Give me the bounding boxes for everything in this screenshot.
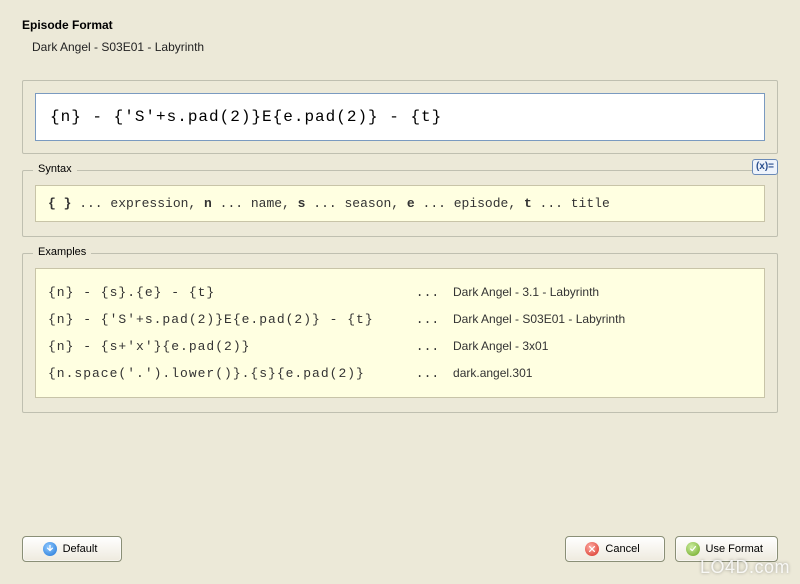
example-separator: ... xyxy=(408,312,453,327)
example-row: {n} - {'S'+s.pad(2)}E{e.pad(2)} - {t} ..… xyxy=(48,306,752,333)
example-result: Dark Angel - S03E01 - Labyrinth xyxy=(453,312,625,326)
format-pattern-input[interactable] xyxy=(35,93,765,141)
episode-format-dialog: Episode Format Dark Angel - S03E01 - Lab… xyxy=(0,0,800,584)
dialog-title: Episode Format xyxy=(22,18,778,32)
examples-group: Examples {n} - {s}.{e} - {t} ... Dark An… xyxy=(22,253,778,413)
examples-box: {n} - {s}.{e} - {t} ... Dark Angel - 3.1… xyxy=(35,268,765,398)
syntax-box: { } ... expression, n ... name, s ... se… xyxy=(35,185,765,222)
preview-output: Dark Angel - S03E01 - Labyrinth xyxy=(32,40,778,54)
example-result: Dark Angel - 3x01 xyxy=(453,339,548,353)
example-row: {n} - {s}.{e} - {t} ... Dark Angel - 3.1… xyxy=(48,279,752,306)
example-pattern: {n} - {s}.{e} - {t} xyxy=(48,285,408,300)
example-separator: ... xyxy=(408,285,453,300)
fx-help-button[interactable]: (x)= xyxy=(752,159,778,175)
cancel-button-label: Cancel xyxy=(605,543,639,555)
button-bar: Default Cancel Use Format xyxy=(22,536,778,562)
close-icon xyxy=(585,542,599,556)
arrow-down-icon xyxy=(43,542,57,556)
example-result: Dark Angel - 3.1 - Labyrinth xyxy=(453,285,599,299)
example-separator: ... xyxy=(408,339,453,354)
example-row: {n.space('.').lower()}.{s}{e.pad(2)} ...… xyxy=(48,360,752,387)
cancel-button[interactable]: Cancel xyxy=(565,536,665,562)
syntax-text: { } ... expression, n ... name, s ... se… xyxy=(48,196,610,211)
syntax-legend: Syntax xyxy=(33,163,77,175)
syntax-group: Syntax { } ... expression, n ... name, s… xyxy=(22,170,778,237)
examples-legend: Examples xyxy=(33,246,91,258)
format-group xyxy=(22,80,778,154)
use-format-button[interactable]: Use Format xyxy=(675,536,778,562)
example-row: {n} - {s+'x'}{e.pad(2)} ... Dark Angel -… xyxy=(48,333,752,360)
example-pattern: {n} - {'S'+s.pad(2)}E{e.pad(2)} - {t} xyxy=(48,312,408,327)
check-icon xyxy=(686,542,700,556)
example-result: dark.angel.301 xyxy=(453,366,532,380)
default-button[interactable]: Default xyxy=(22,536,122,562)
example-pattern: {n.space('.').lower()}.{s}{e.pad(2)} xyxy=(48,366,408,381)
example-pattern: {n} - {s+'x'}{e.pad(2)} xyxy=(48,339,408,354)
example-separator: ... xyxy=(408,366,453,381)
use-format-button-label: Use Format xyxy=(706,543,763,555)
default-button-label: Default xyxy=(63,543,98,555)
